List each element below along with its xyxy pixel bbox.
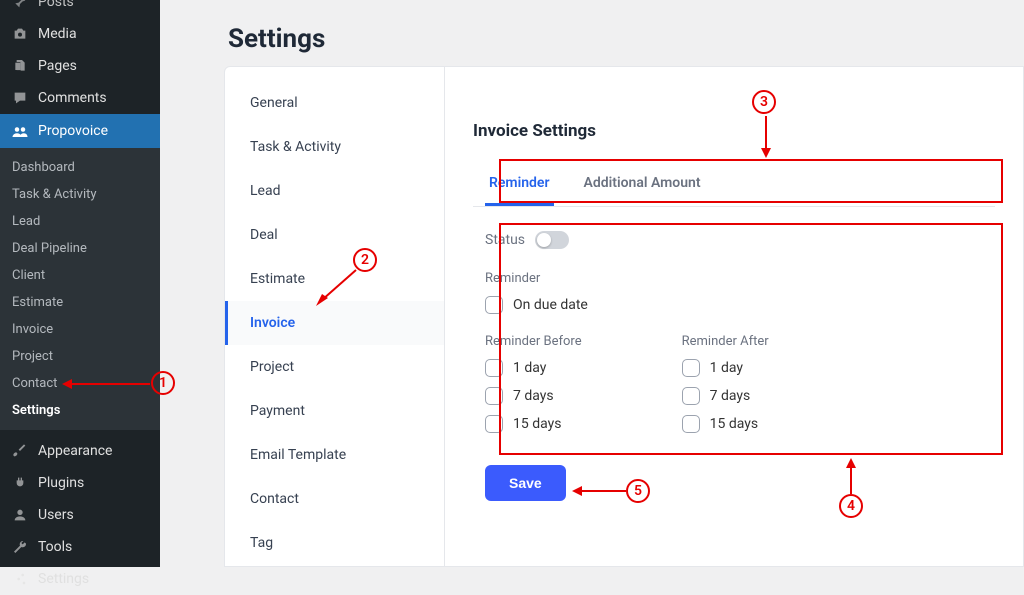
tab-reminder[interactable]: Reminder: [485, 163, 554, 206]
reminder-before-group: Reminder Before 1 day 7 days 15 days: [485, 334, 582, 443]
checkbox-before-7days[interactable]: [485, 387, 503, 405]
sidebar-item-label: Propovoice: [38, 123, 108, 139]
nav-item-estimate[interactable]: Estimate: [225, 257, 444, 301]
sidebar-item-label: Comments: [38, 90, 107, 106]
submenu-item-settings[interactable]: Settings: [0, 397, 160, 424]
wp-submenu: Dashboard Task & Activity Lead Deal Pipe…: [0, 148, 160, 430]
nav-item-project[interactable]: Project: [225, 345, 444, 389]
nav-item-task-activity[interactable]: Task & Activity: [225, 125, 444, 169]
submenu-item-contact[interactable]: Contact: [0, 370, 160, 397]
sidebar-item-label: Posts: [38, 0, 74, 10]
sidebar-item-label: Users: [38, 507, 74, 523]
reminder-panel: Status Reminder On due date Reminder Bef…: [473, 213, 995, 513]
sidebar-item-media[interactable]: Media: [0, 18, 160, 50]
reminder-before-label: Reminder Before: [485, 334, 582, 349]
checkbox-after-7days[interactable]: [682, 387, 700, 405]
checkbox-label: 7 days: [710, 388, 751, 404]
sliders-icon: [10, 571, 30, 587]
submenu-item-dashboard[interactable]: Dashboard: [0, 154, 160, 181]
reminder-after-group: Reminder After 1 day 7 days 15 days: [682, 334, 769, 443]
sidebar-item-label: Pages: [38, 58, 77, 74]
section-title: Invoice Settings: [473, 121, 995, 141]
propovoice-icon: [10, 122, 30, 140]
submenu-item-task-activity[interactable]: Task & Activity: [0, 181, 160, 208]
wp-admin-sidebar: Posts Media Pages Comments Propovoice Da…: [0, 0, 160, 567]
nav-item-tag[interactable]: Tag: [225, 521, 444, 565]
sidebar-item-label: Appearance: [38, 443, 112, 459]
checkbox-label: 15 days: [513, 416, 561, 432]
sidebar-item-label: Plugins: [38, 475, 84, 491]
pages-icon: [10, 58, 30, 74]
page-title: Settings: [160, 0, 1024, 72]
checkbox-label: 1 day: [710, 360, 743, 376]
nav-item-payment[interactable]: Payment: [225, 389, 444, 433]
nav-item-general[interactable]: General: [225, 81, 444, 125]
sidebar-item-comments[interactable]: Comments: [0, 82, 160, 114]
reminder-label: Reminder: [485, 271, 983, 286]
brush-icon: [10, 443, 30, 459]
invoice-tabs: Reminder Additional Amount: [473, 163, 995, 207]
sidebar-item-pages[interactable]: Pages: [0, 50, 160, 82]
pin-icon: [10, 0, 30, 10]
checkbox-label: 7 days: [513, 388, 554, 404]
sidebar-item-label: Settings: [38, 571, 89, 587]
settings-content: Invoice Settings Reminder Additional Amo…: [445, 67, 1023, 566]
checkbox-after-15days[interactable]: [682, 415, 700, 433]
status-toggle[interactable]: [535, 231, 569, 249]
checkbox-before-1day[interactable]: [485, 359, 503, 377]
sidebar-item-tools[interactable]: Tools: [0, 531, 160, 563]
submenu-item-deal-pipeline[interactable]: Deal Pipeline: [0, 235, 160, 262]
checkbox-label: On due date: [513, 297, 588, 313]
settings-nav: General Task & Activity Lead Deal Estima…: [225, 67, 445, 566]
wrench-icon: [10, 539, 30, 555]
status-label: Status: [485, 232, 525, 248]
sidebar-item-appearance[interactable]: Appearance: [0, 435, 160, 467]
nav-item-invoice[interactable]: Invoice: [225, 301, 444, 345]
checkbox-label: 1 day: [513, 360, 546, 376]
reminder-after-label: Reminder After: [682, 334, 769, 349]
tab-additional-amount[interactable]: Additional Amount: [580, 163, 705, 206]
checkbox-on-due-date[interactable]: [485, 296, 503, 314]
sidebar-item-label: Tools: [38, 539, 72, 555]
sidebar-item-users[interactable]: Users: [0, 499, 160, 531]
submenu-item-invoice[interactable]: Invoice: [0, 316, 160, 343]
sidebar-item-plugins[interactable]: Plugins: [0, 467, 160, 499]
sidebar-item-label: Media: [38, 26, 77, 42]
checkbox-label: 15 days: [710, 416, 758, 432]
checkbox-before-15days[interactable]: [485, 415, 503, 433]
reminder-on-due-date-row: On due date: [485, 296, 983, 314]
sidebar-item-propovoice[interactable]: Propovoice: [0, 114, 160, 148]
submenu-item-lead[interactable]: Lead: [0, 208, 160, 235]
checkbox-after-1day[interactable]: [682, 359, 700, 377]
sidebar-item-posts[interactable]: Posts: [0, 0, 160, 18]
plug-icon: [10, 475, 30, 491]
save-button[interactable]: Save: [485, 465, 566, 501]
camera-icon: [10, 26, 30, 42]
nav-item-deal[interactable]: Deal: [225, 213, 444, 257]
comment-icon: [10, 90, 30, 106]
submenu-item-client[interactable]: Client: [0, 262, 160, 289]
nav-item-lead[interactable]: Lead: [225, 169, 444, 213]
submenu-item-project[interactable]: Project: [0, 343, 160, 370]
settings-card: General Task & Activity Lead Deal Estima…: [224, 66, 1024, 567]
nav-item-email-template[interactable]: Email Template: [225, 433, 444, 477]
user-icon: [10, 507, 30, 523]
submenu-item-estimate[interactable]: Estimate: [0, 289, 160, 316]
sidebar-item-wpsettings[interactable]: Settings: [0, 563, 160, 595]
main-content: Settings General Task & Activity Lead De…: [160, 0, 1024, 567]
nav-item-contact[interactable]: Contact: [225, 477, 444, 521]
status-row: Status: [485, 231, 983, 249]
